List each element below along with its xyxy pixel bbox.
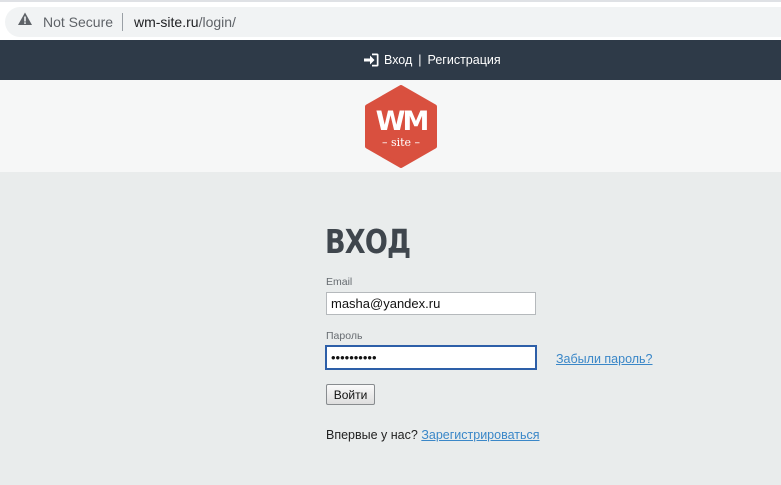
browser-address-bar: Not Secure wm-site.ru/login/ <box>0 0 781 40</box>
nav-register-link[interactable]: Регистрация <box>428 53 501 67</box>
logo-mark: WM <box>376 106 428 137</box>
security-status-label[interactable]: Not Secure <box>43 14 113 30</box>
login-submit-button[interactable]: Войти <box>326 384 375 405</box>
register-prompt-text: Впервые у нас? <box>326 428 418 442</box>
auth-links: Вход | Регистрация <box>364 52 501 68</box>
page-title: ВХОД <box>325 222 411 261</box>
warning-triangle-icon[interactable] <box>17 11 33 27</box>
register-link[interactable]: Зарегистрироваться <box>421 428 539 442</box>
email-field[interactable] <box>326 292 536 315</box>
password-field[interactable] <box>326 346 536 369</box>
url-path: /login/ <box>198 14 236 30</box>
top-nav-bar: Вход | Регистрация <box>0 40 781 80</box>
omnibox-divider <box>122 13 123 31</box>
site-header: WM – site – <box>0 80 781 172</box>
register-prompt: Впервые у нас? Зарегистрироваться <box>326 428 540 442</box>
site-logo[interactable]: WM – site – <box>363 85 439 168</box>
nav-login-link[interactable]: Вход <box>384 53 412 67</box>
sign-in-icon <box>364 53 379 67</box>
forgot-password-link[interactable]: Забыли пароль? <box>556 352 653 366</box>
email-label: Email <box>326 276 353 288</box>
logo-subtitle: – site – <box>382 136 421 149</box>
url-text[interactable]: wm-site.ru/login/ <box>134 14 236 30</box>
nav-separator: | <box>418 53 422 67</box>
password-label: Пароль <box>326 330 363 342</box>
url-domain: wm-site.ru <box>134 14 199 30</box>
